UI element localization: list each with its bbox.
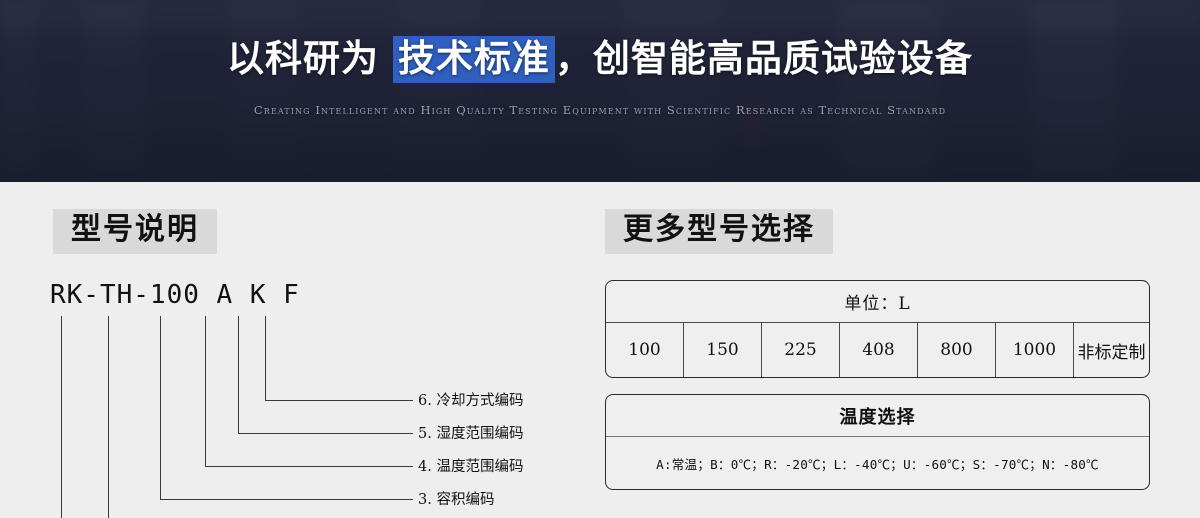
- temperature-table-header: 温度选择: [606, 395, 1149, 437]
- volume-cell-150[interactable]: 150: [684, 323, 762, 377]
- volume-cell-custom[interactable]: 非标定制: [1074, 323, 1149, 377]
- section-title-model-description: 型号说明: [53, 209, 217, 254]
- diagram-label-6: 6. 冷却方式编码: [418, 393, 524, 409]
- banner-title-highlight: 技术标准: [392, 36, 555, 83]
- banner-title: 以科研为 技术标准 ，创智能高品质试验设备: [227, 36, 973, 83]
- volume-table-row: 100 150 225 408 800 1000 非标定制: [606, 323, 1149, 377]
- volume-cell-1000[interactable]: 1000: [996, 323, 1074, 377]
- volume-cell-408[interactable]: 408: [840, 323, 918, 377]
- banner-title-post: ，创智能高品质试验设备: [554, 37, 973, 80]
- diagram-label-5: 5. 湿度范围编码: [418, 426, 524, 442]
- volume-cell-800[interactable]: 800: [918, 323, 996, 377]
- hero-banner: 以科研为 技术标准 ，创智能高品质试验设备 Creating Intelligen…: [0, 0, 1200, 182]
- temperature-options-text: A:常温；B：0℃；R：-20℃；L：-40℃；U：-60℃；S：-70℃；N：…: [656, 456, 1099, 472]
- banner-title-pre: 以科研为: [227, 37, 393, 80]
- model-code-text: RK-TH-100 A K F: [50, 280, 300, 310]
- volume-table: 单位：L 100 150 225 408 800 1000 非标定制: [605, 280, 1150, 378]
- content-area: 型号说明 更多型号选择 RK-TH-100 A K F 6. 冷却方式编码 5.…: [0, 182, 1200, 518]
- diagram-label-3: 3. 容积编码: [418, 492, 495, 508]
- page-root: 以科研为 技术标准 ，创智能高品质试验设备 Creating Intelligen…: [0, 0, 1200, 518]
- section-title-more-models: 更多型号选择: [605, 209, 833, 254]
- volume-table-header: 单位：L: [606, 281, 1149, 323]
- model-code-diagram: RK-TH-100 A K F 6. 冷却方式编码 5. 湿度范围编码 4. 温…: [0, 280, 600, 518]
- diagram-label-4: 4. 温度范围编码: [418, 459, 524, 475]
- volume-cell-100[interactable]: 100: [606, 323, 684, 377]
- temperature-table: 温度选择 A:常温；B：0℃；R：-20℃；L：-40℃；U：-60℃；S：-7…: [605, 394, 1150, 490]
- volume-cell-225[interactable]: 225: [762, 323, 840, 377]
- banner-subtitle: Creating Intelligent and High Quality Te…: [253, 103, 947, 118]
